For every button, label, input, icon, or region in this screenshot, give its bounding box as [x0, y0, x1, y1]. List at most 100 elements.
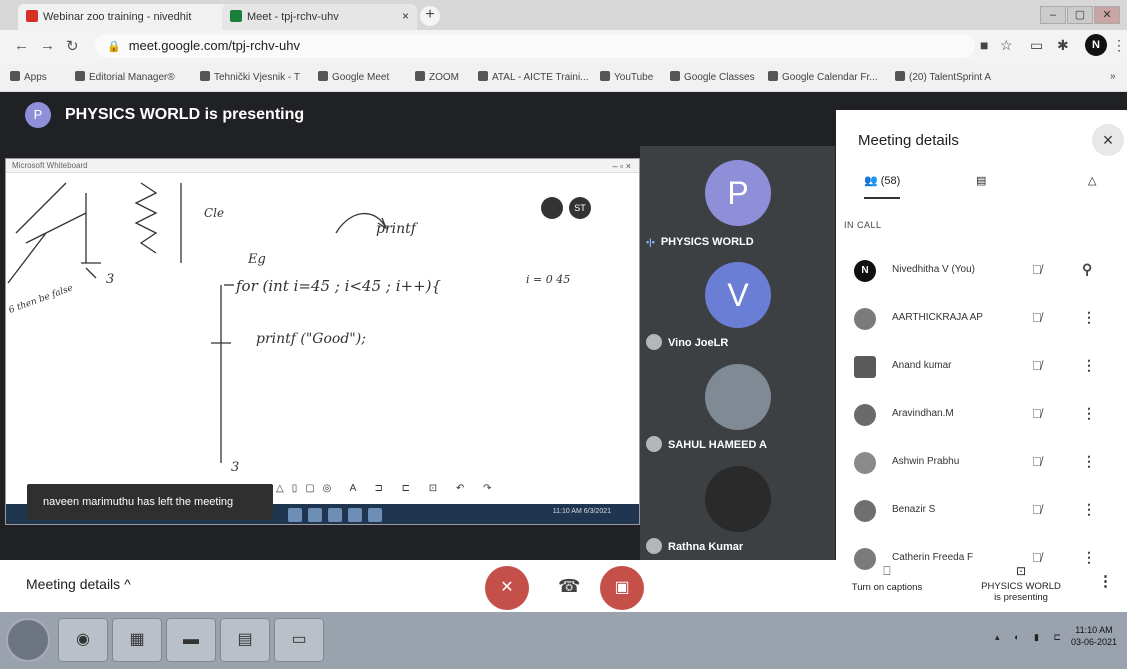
panel-tabs: 👥 (58) ▤ △ — [836, 168, 1127, 204]
wb-printf: printf — [376, 221, 419, 237]
bookmark-editorial[interactable]: Editorial Manager® — [75, 71, 175, 83]
new-tab-button[interactable]: + — [420, 6, 440, 26]
wb-for-line: for (int i=45 ; i<45 ; i++){ — [235, 277, 441, 295]
tab-people[interactable]: 👥 (58) — [864, 174, 901, 199]
bookmark-google-meet[interactable]: Google Meet — [318, 71, 389, 83]
presenting-button[interactable]: ⊡ PHYSICS WORLD is presenting — [966, 564, 1076, 603]
participant-tile[interactable]: V Vino JoeLR — [640, 256, 835, 358]
menu-icon[interactable]: ⋮ — [1112, 37, 1126, 54]
cast-icon[interactable]: ▭ — [1030, 37, 1043, 54]
whiteboard-avatar-icon — [541, 197, 563, 219]
more-options-icon[interactable]: ⋮ — [1082, 309, 1096, 326]
participant-avatar — [854, 356, 876, 378]
tab-meet[interactable]: Meet - tpj-rchv-uhv × — [222, 4, 417, 30]
participant-tile[interactable]: Rathna Kumar — [640, 460, 835, 562]
tile-name: Vino JoeLR — [646, 334, 728, 350]
participant-tile[interactable]: P •|• PHYSICS WORLD — [640, 154, 835, 256]
youtube-icon — [600, 71, 610, 81]
bookmark-atal[interactable]: ATAL - AICTE Traini... — [478, 71, 589, 83]
back-icon[interactable]: ← — [14, 37, 29, 54]
browser-tab-strip: Webinar zoo training - nivedhit × Meet -… — [0, 0, 1127, 30]
present-screen-icon: ⊡ — [1015, 564, 1027, 578]
meeting-details-panel: Meeting details × 👥 (58) ▤ △ IN CALL N N… — [836, 110, 1127, 612]
bookmark-google-calendar[interactable]: Google Calendar Fr... — [768, 71, 878, 83]
panel-bottom-actions: ⎕ Turn on captions ⊡ PHYSICS WORLD is pr… — [836, 560, 1127, 612]
star-icon[interactable]: ☆ — [1000, 37, 1013, 54]
tab-webinar[interactable]: Webinar zoo training - nivedhit × — [18, 4, 243, 30]
tile-avatar: V — [705, 262, 771, 328]
camera-toggle-button[interactable]: ▣ — [600, 566, 644, 610]
list-item[interactable]: Benazir S 🎙̸ ⋮ — [836, 490, 1127, 538]
reload-icon[interactable]: ↻ — [66, 37, 79, 55]
minimize-button[interactable]: – — [1040, 6, 1066, 24]
tab-label: Meet - tpj-rchv-uhv — [247, 11, 339, 23]
app-taskbar-icon[interactable]: ▤ — [220, 618, 270, 662]
more-options-icon[interactable]: ⋮ — [1082, 405, 1096, 422]
bookmark-apps[interactable]: Apps — [10, 71, 47, 83]
people-icon: 👥 — [864, 175, 878, 187]
bookmarks-overflow-icon[interactable]: » — [1110, 71, 1116, 82]
taskbar-clock[interactable]: 11:10 AM 03-06-2021 — [1071, 624, 1117, 648]
mic-off-icon[interactable]: 🎙̸ — [1032, 262, 1042, 277]
more-options-icon[interactable]: ⋮ — [1082, 501, 1096, 518]
mic-off-icon[interactable]: 🎙̸ — [1032, 310, 1042, 325]
extensions-icon[interactable]: ✱ — [1057, 37, 1069, 54]
participant-tile[interactable]: SAHUL HAMEED A — [640, 358, 835, 460]
panel-title: Meeting details — [858, 132, 959, 149]
address-bar[interactable]: 🔒 meet.google.com/tpj-rchv-uhv — [95, 34, 975, 58]
participant-avatar — [854, 308, 876, 330]
profile-avatar[interactable]: N — [1085, 34, 1107, 56]
bookmark-google-classes[interactable]: Google Classes — [670, 71, 755, 83]
bookmark-talentsprint[interactable]: (20) TalentSprint A — [895, 71, 991, 83]
muted-mic-icon — [646, 538, 662, 554]
tab-activities[interactable]: △ — [1088, 174, 1096, 187]
bookmark-tehnicki[interactable]: Tehnički Vjesnik - T — [200, 71, 300, 83]
start-button[interactable] — [6, 618, 50, 662]
list-item[interactable]: Anand kumar 🎙̸ ⋮ — [836, 346, 1127, 394]
forward-icon[interactable]: → — [40, 37, 55, 54]
mic-off-icon[interactable]: 🎙̸ — [1032, 358, 1042, 373]
system-tray-icons[interactable]: ▴ ◐ ▮ ⊏ — [995, 632, 1067, 643]
chrome-taskbar-icon[interactable]: ◉ — [58, 618, 108, 662]
participant-avatar — [854, 452, 876, 474]
captions-button[interactable]: ⎕ Turn on captions — [842, 564, 932, 593]
shared-taskbar-clock: 11:10 AM 6/3/2021 — [552, 508, 611, 515]
maximize-button[interactable]: ▢ — [1067, 6, 1093, 24]
mic-toggle-button[interactable]: ✕ — [485, 566, 529, 610]
bookmark-youtube[interactable]: YouTube — [600, 71, 653, 83]
screen: Webinar zoo training - nivedhit × Meet -… — [0, 0, 1127, 669]
app-taskbar-icon[interactable]: ▭ — [274, 618, 324, 662]
pin-icon[interactable]: ⚲ — [1082, 261, 1092, 278]
windows-taskbar: ◉ ▦ ▬ ▤ ▭ ▴ ◐ ▮ ⊏ 11:10 AM 03-06-2021 — [0, 612, 1127, 669]
left-meeting-toast: naveen marimuthu has left the meeting — [27, 484, 273, 520]
list-item[interactable]: AARTHICKRAJA AP 🎙̸ ⋮ — [836, 298, 1127, 346]
list-item[interactable]: Ashwin Prabhu 🎙̸ ⋮ — [836, 442, 1127, 490]
list-item[interactable]: N Nivedhitha V (You) 🎙̸ ⚲ — [836, 250, 1127, 298]
meeting-details-button[interactable]: Meeting details ^ — [26, 576, 131, 592]
folder-taskbar-icon[interactable]: ▬ — [166, 618, 216, 662]
tab-close-icon[interactable]: × — [402, 9, 409, 23]
mic-off-icon[interactable]: 🎙̸ — [1032, 454, 1042, 469]
close-window-button[interactable]: ✕ — [1094, 6, 1120, 24]
more-options-icon[interactable]: ⋮ — [1082, 453, 1096, 470]
close-panel-button[interactable]: × — [1092, 124, 1124, 156]
whiteboard-avatar: ST — [569, 197, 591, 219]
tab-chat[interactable]: ▤ — [976, 174, 986, 187]
classroom-icon — [670, 71, 680, 81]
wb-side-note: i = 0 45 — [526, 273, 570, 286]
mic-off-icon[interactable]: 🎙̸ — [1032, 502, 1042, 517]
shared-window-title: Microsoft Whiteboard — [6, 159, 639, 173]
hang-up-button[interactable]: ☎ — [558, 576, 580, 597]
app-taskbar-icon[interactable]: ▦ — [112, 618, 162, 662]
mic-off-icon[interactable]: 🎙̸ — [1032, 406, 1042, 421]
more-options-icon[interactable]: ⋮ — [1098, 572, 1113, 590]
wb-cle: Cle — [204, 206, 224, 220]
in-call-label: IN CALL — [844, 220, 882, 230]
participant-tiles: P •|• PHYSICS WORLD V Vino JoeLR SAHUL HA… — [640, 146, 835, 606]
more-options-icon[interactable]: ⋮ — [1082, 357, 1096, 374]
zoom-icon — [415, 71, 425, 81]
list-item[interactable]: Aravindhan.M 🎙̸ ⋮ — [836, 394, 1127, 442]
camera-indicator-icon[interactable]: ■ — [980, 37, 988, 53]
bookmark-zoom[interactable]: ZOOM — [415, 71, 459, 83]
captions-icon: ⎕ — [883, 564, 891, 578]
